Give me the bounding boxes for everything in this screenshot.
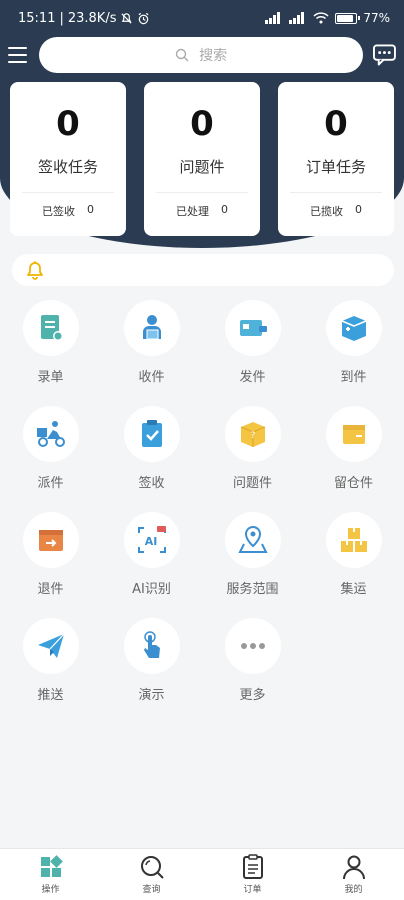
grid-item-label: 发件 — [239, 370, 266, 385]
card-value: 0 — [324, 104, 348, 144]
wifi-icon — [313, 12, 329, 24]
network-speed: 23.8K/s — [67, 10, 117, 26]
card-divider — [156, 192, 248, 193]
grid-item-label: 收件 — [138, 370, 165, 385]
grid-item-label: AI识别 — [132, 582, 171, 597]
grid-item-service-area[interactable]: 服务范围 — [202, 512, 303, 608]
grid-item-label: 退件 — [37, 582, 64, 597]
touch-hand-icon — [143, 631, 160, 658]
warehouse-box-icon — [342, 425, 365, 444]
tab-operate[interactable]: 操作 — [0, 849, 101, 900]
grid-item-warehouse[interactable]: 留仓件 — [303, 406, 404, 502]
more-dots-icon — [240, 643, 265, 649]
arrive-box-icon — [341, 316, 366, 341]
status-bar: 15:11 | 23.8K/s 77% — [18, 10, 390, 26]
grid-item-problem[interactable]: ? 问题件 — [202, 406, 303, 502]
card-sub-label: 已揽收 — [310, 205, 343, 218]
grid-item-label: 推送 — [37, 688, 64, 703]
grid-item-label: 问题件 — [232, 476, 272, 491]
message-icon[interactable] — [373, 44, 396, 66]
grid-item-more[interactable]: 更多 — [202, 618, 303, 714]
paper-plane-icon — [37, 633, 64, 658]
send-package-icon — [239, 320, 267, 336]
order-list-icon — [242, 854, 263, 879]
tab-label: 操作 — [41, 885, 60, 895]
grid-item-push[interactable]: 推送 — [0, 618, 101, 714]
card-divider — [22, 192, 114, 193]
tab-query[interactable]: 查询 — [101, 849, 202, 900]
person-icon — [342, 855, 365, 880]
grid-item-arrive[interactable]: 到件 — [303, 300, 404, 396]
question-box-icon: ? — [240, 422, 265, 447]
grid-item-label: 派件 — [37, 476, 64, 491]
grid-item-sign[interactable]: 签收 — [101, 406, 202, 502]
document-icon — [40, 315, 63, 341]
location-pin-icon — [237, 525, 268, 553]
card-sub-value: 0 — [355, 203, 362, 216]
card-title: 问题件 — [179, 158, 225, 176]
stacked-boxes-icon — [340, 528, 367, 552]
grid-item-label: 演示 — [138, 688, 165, 703]
delivery-scooter-icon — [36, 421, 65, 447]
card-title: 签收任务 — [37, 158, 98, 176]
card-sub-label: 已处理 — [176, 205, 209, 218]
tab-label: 订单 — [243, 885, 262, 895]
grid-item-label: 录单 — [37, 370, 64, 385]
clipboard-check-icon — [141, 420, 162, 447]
grid-item-record[interactable]: 录单 — [0, 300, 101, 396]
grid-item-label: 集运 — [340, 582, 367, 597]
search-placeholder: 搜索 — [199, 48, 228, 64]
signal-icon — [265, 12, 281, 24]
battery-percent: 77% — [363, 11, 390, 25]
signal-icon-2 — [289, 12, 305, 24]
status-time: 15:11 — [18, 10, 56, 26]
top-bar: 搜索 — [0, 36, 404, 74]
tab-order[interactable]: 订单 — [202, 849, 303, 900]
grid-item-label: 签收 — [138, 476, 165, 491]
search-icon — [175, 48, 189, 62]
grid-item-label: 服务范围 — [226, 582, 279, 597]
card-value: 0 — [56, 104, 80, 144]
order-task-card[interactable]: 0 订单任务 已揽收 0 — [278, 82, 394, 236]
grid-item-send[interactable]: 发件 — [202, 300, 303, 396]
tab-label: 查询 — [142, 885, 161, 895]
battery-fill — [337, 14, 353, 22]
tab-label: 我的 — [344, 885, 363, 895]
tab-mine[interactable]: 我的 — [303, 849, 404, 900]
svg-text:?: ? — [250, 431, 255, 441]
card-sub-value: 0 — [87, 203, 94, 216]
search-input[interactable]: 搜索 — [39, 37, 364, 73]
menu-button[interactable] — [8, 47, 28, 63]
return-box-icon — [38, 530, 63, 551]
card-title: 订单任务 — [305, 158, 366, 176]
sign-task-card[interactable]: 0 签收任务 已签收 0 — [10, 82, 126, 236]
courier-receive-icon — [142, 315, 161, 340]
bell-icon — [27, 261, 43, 280]
card-sub-label: 已签收 — [42, 205, 75, 218]
card-divider — [290, 192, 382, 193]
card-value: 0 — [190, 104, 214, 144]
summary-cards: 0 签收任务 已签收 0 0 问题件 已处理 0 0 订单任务 已揽收 0 — [10, 82, 394, 236]
card-sub-value: 0 — [221, 203, 228, 216]
grid-item-demo[interactable]: 演示 — [101, 618, 202, 714]
grid-item-receive[interactable]: 收件 — [101, 300, 202, 396]
svg-text:AI: AI — [144, 535, 157, 548]
grid-item-consolidate[interactable]: 集运 — [303, 512, 404, 608]
bottom-tab-bar: 操作 查询 订单 我的 — [0, 848, 404, 900]
battery-icon — [335, 12, 361, 24]
ai-scan-icon: AI — [137, 526, 166, 553]
bell-off-icon — [121, 12, 133, 24]
notice-bar[interactable] — [12, 254, 394, 286]
grid-item-label: 留仓件 — [333, 476, 373, 491]
grid-apps-icon — [40, 855, 63, 877]
grid-item-return[interactable]: 退件 — [0, 512, 101, 608]
problem-item-card[interactable]: 0 问题件 已处理 0 — [144, 82, 260, 236]
alarm-icon — [138, 12, 149, 24]
grid-item-ai[interactable]: AI AI识别 — [101, 512, 202, 608]
search-icon — [140, 856, 164, 879]
function-grid: 录单 收件 发件 到件 派件 签收 ? 问题件 留仓件 退件 AI AI识别 服… — [0, 300, 404, 714]
grid-item-label: 到件 — [340, 370, 367, 385]
grid-item-dispatch[interactable]: 派件 — [0, 406, 101, 502]
grid-item-label: 更多 — [239, 688, 266, 703]
